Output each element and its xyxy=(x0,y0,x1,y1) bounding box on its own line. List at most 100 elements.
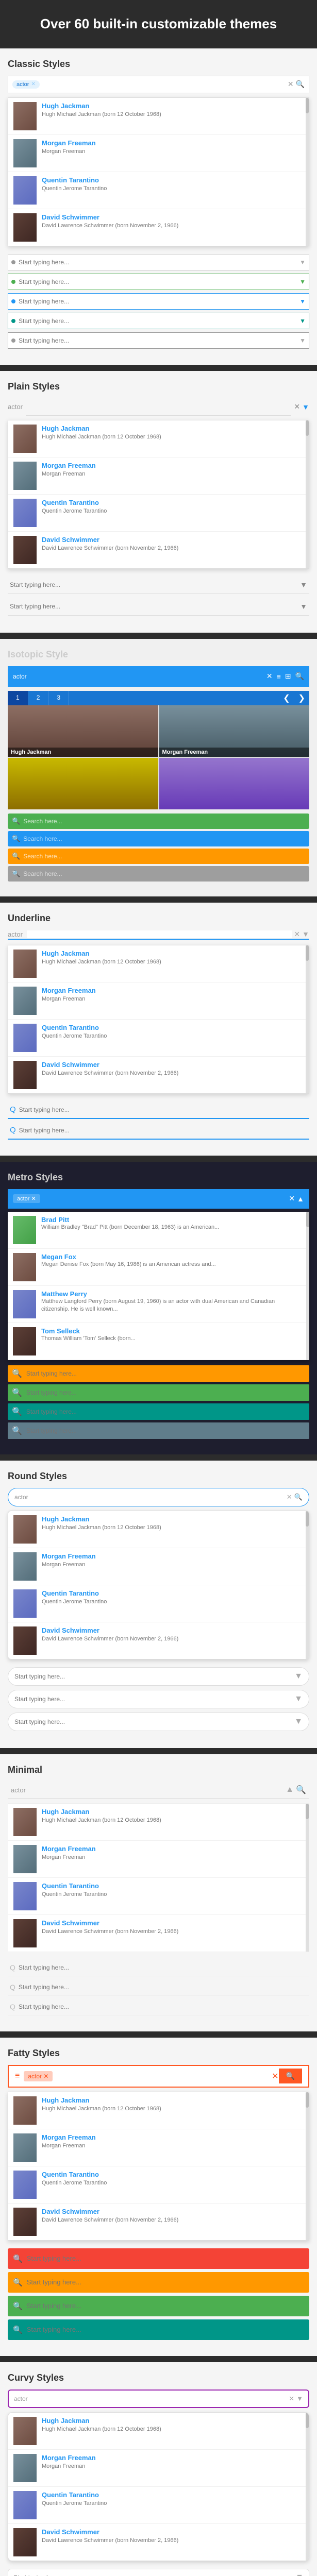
fatty-input-2[interactable] xyxy=(27,2278,304,2286)
metro-input-3[interactable] xyxy=(26,1408,305,1415)
person-desc: Quentin Jerome Tarantino xyxy=(42,507,304,515)
metro-input-2[interactable] xyxy=(26,1389,305,1396)
grid-item-jackman[interactable]: Hugh Jackman xyxy=(8,705,158,757)
clear-icon[interactable]: ✕ xyxy=(288,80,294,89)
prev-arrow-icon[interactable]: ❮ xyxy=(279,691,294,705)
dropdown-item[interactable]: David Schwimmer David Lawrence Schwimmer… xyxy=(8,1057,309,1093)
chevron-up-icon[interactable]: ▲ xyxy=(297,1195,304,1203)
iso-input-3[interactable] xyxy=(23,853,305,860)
dropdown-item[interactable]: Quentin Tarantino Quentin Jerome Taranti… xyxy=(8,1878,309,1915)
close-icon[interactable]: ✕ xyxy=(272,2071,278,2081)
chevron-down-icon[interactable]: ▼ xyxy=(302,930,309,938)
dropdown-item[interactable]: Quentin Tarantino Quentin Jerome Taranti… xyxy=(8,2166,309,2204)
tab-2[interactable]: 2 xyxy=(28,691,49,705)
dropdown-item[interactable]: Hugh Jackman Hugh Michael Jackman (born … xyxy=(8,2413,309,2450)
metro-item[interactable]: Matthew Perry Matthew Langford Perry (bo… xyxy=(8,1286,309,1323)
dropdown-item[interactable]: Hugh Jackman Hugh Michael Jackman (born … xyxy=(8,945,309,982)
classic-input[interactable] xyxy=(19,259,297,266)
chevron-down-icon[interactable]: ▼ xyxy=(302,403,309,411)
minimal-input[interactable] xyxy=(19,1964,307,1971)
grid-item-dj[interactable] xyxy=(8,758,158,809)
dropdown-item[interactable]: Morgan Freeman Morgan Freeman xyxy=(8,1548,309,1585)
dropdown-item[interactable]: Morgan Freeman Morgan Freeman xyxy=(8,457,309,495)
iso-input-2[interactable] xyxy=(23,835,305,842)
dropdown-item[interactable]: David Schwimmer David Lawrence Schwimmer… xyxy=(8,209,309,246)
search-icon[interactable]: 🔍 xyxy=(294,1493,303,1501)
fatty-input-4[interactable] xyxy=(27,2326,304,2333)
curvy-input[interactable] xyxy=(13,2574,295,2576)
dropdown-item[interactable]: Morgan Freeman Morgan Freeman xyxy=(8,2450,309,2487)
metro-item[interactable]: Brad Pitt William Bradley "Brad" Pitt (b… xyxy=(8,1212,309,1249)
next-arrow-icon[interactable]: ❯ xyxy=(294,691,309,705)
chevron-down-icon[interactable]: ▼ xyxy=(296,2395,303,2402)
classic-search-input[interactable] xyxy=(42,80,286,88)
grid-item-4[interactable] xyxy=(159,758,310,809)
close-icon[interactable]: ✕ xyxy=(289,2395,294,2403)
dropdown-item[interactable]: David Schwimmer David Lawrence Schwimmer… xyxy=(8,532,309,568)
minimal-search-input[interactable] xyxy=(30,1786,282,1794)
dropdown-item[interactable]: Quentin Tarantino Quentin Jerome Taranti… xyxy=(8,495,309,532)
search-icon[interactable]: 🔍 xyxy=(296,80,305,89)
dropdown-item[interactable]: Hugh Jackman Hugh Michael Jackman (born … xyxy=(8,1511,309,1548)
fatty-search-input[interactable] xyxy=(57,2072,269,2080)
minimal-input[interactable] xyxy=(19,2003,307,2010)
search-icon[interactable]: 🔍 xyxy=(295,672,304,681)
iso-input-1[interactable] xyxy=(23,818,305,825)
fatty-search-button[interactable]: 🔍 xyxy=(279,2069,302,2083)
dropdown-item[interactable]: David Schwimmer David Lawrence Schwimmer… xyxy=(8,1915,309,1952)
round-input[interactable] xyxy=(14,1673,294,1680)
close-icon[interactable]: ✕ xyxy=(266,672,273,681)
plain-input[interactable] xyxy=(10,581,300,588)
metro-input-1[interactable] xyxy=(26,1370,305,1377)
close-icon[interactable]: ✕ xyxy=(294,402,300,411)
dropdown-item[interactable]: Hugh Jackman Hugh Michael Jackman (born … xyxy=(8,98,309,135)
grid-item-freeman[interactable]: Morgan Freeman xyxy=(159,705,310,757)
chevron-up-icon[interactable]: ▲ xyxy=(286,1785,294,1794)
round-input[interactable] xyxy=(14,1718,294,1725)
metro-search-input[interactable] xyxy=(44,1195,286,1202)
isotopic-search-input[interactable] xyxy=(31,672,264,680)
underline-search-input[interactable] xyxy=(27,930,292,938)
metro-item[interactable]: Tom Selleck Thomas William 'Tom' Selleck… xyxy=(8,1323,309,1360)
dropdown-item[interactable]: Morgan Freeman Morgan Freeman xyxy=(8,135,309,172)
classic-input[interactable] xyxy=(19,317,297,325)
classic-input[interactable] xyxy=(19,337,297,344)
tab-1[interactable]: 1 xyxy=(8,691,28,705)
fatty-input-3[interactable] xyxy=(27,2302,304,2310)
underline-input[interactable] xyxy=(19,1106,307,1113)
classic-input[interactable] xyxy=(19,278,297,285)
dropdown-item[interactable]: Hugh Jackman Hugh Michael Jackman (born … xyxy=(8,1804,309,1841)
dropdown-item[interactable]: David Schwimmer David Lawrence Schwimmer… xyxy=(8,1622,309,1659)
close-icon[interactable]: ✕ xyxy=(294,930,300,939)
dropdown-item[interactable]: Morgan Freeman Morgan Freeman xyxy=(8,1841,309,1878)
metro-item[interactable]: Megan Fox Megan Denise Fox (born May 16,… xyxy=(8,1249,309,1286)
tab-3[interactable]: 3 xyxy=(48,691,69,705)
actor-tag-close[interactable]: ✕ xyxy=(31,81,35,87)
round-search-input[interactable] xyxy=(31,1493,285,1501)
dropdown-item[interactable]: David Schwimmer David Lawrence Schwimmer… xyxy=(8,2204,309,2240)
dropdown-item[interactable]: Quentin Tarantino Quentin Jerome Taranti… xyxy=(8,1585,309,1622)
metro-input-4[interactable] xyxy=(26,1427,305,1434)
dropdown-item[interactable]: David Schwimmer David Lawrence Schwimmer… xyxy=(8,2524,309,2561)
iso-input-4[interactable] xyxy=(23,870,305,877)
underline-input[interactable] xyxy=(19,1127,307,1134)
round-input[interactable] xyxy=(14,1696,294,1703)
fatty-input-1[interactable] xyxy=(27,2255,304,2262)
close-icon[interactable]: ✕ xyxy=(287,1493,292,1501)
close-icon[interactable]: ✕ xyxy=(289,1194,295,1203)
dropdown-item[interactable]: Hugh Jackman Hugh Michael Jackman (born … xyxy=(8,2092,309,2129)
plain-input[interactable] xyxy=(10,603,300,610)
dropdown-item[interactable]: Quentin Tarantino Quentin Jerome Taranti… xyxy=(8,2487,309,2524)
search-icon[interactable]: 🔍 xyxy=(296,1785,306,1795)
dropdown-item[interactable]: Quentin Tarantino Quentin Jerome Taranti… xyxy=(8,1020,309,1057)
dropdown-item[interactable]: Hugh Jackman Hugh Michael Jackman (born … xyxy=(8,420,309,457)
dropdown-item[interactable]: Morgan Freeman Morgan Freeman xyxy=(8,2129,309,2166)
dropdown-item[interactable]: Quentin Tarantino Quentin Jerome Taranti… xyxy=(8,172,309,209)
minimal-section: Minimal actor ▲ 🔍 Hugh Jackman Hugh Mich… xyxy=(0,1754,317,2031)
curvy-search-input[interactable] xyxy=(31,2395,287,2402)
minimal-input[interactable] xyxy=(19,1984,307,1991)
round-input-2: ▼ xyxy=(8,1690,309,1708)
dropdown-item[interactable]: Morgan Freeman Morgan Freeman xyxy=(8,982,309,1020)
plain-search-input[interactable] xyxy=(28,403,289,410)
classic-input[interactable] xyxy=(19,298,297,305)
